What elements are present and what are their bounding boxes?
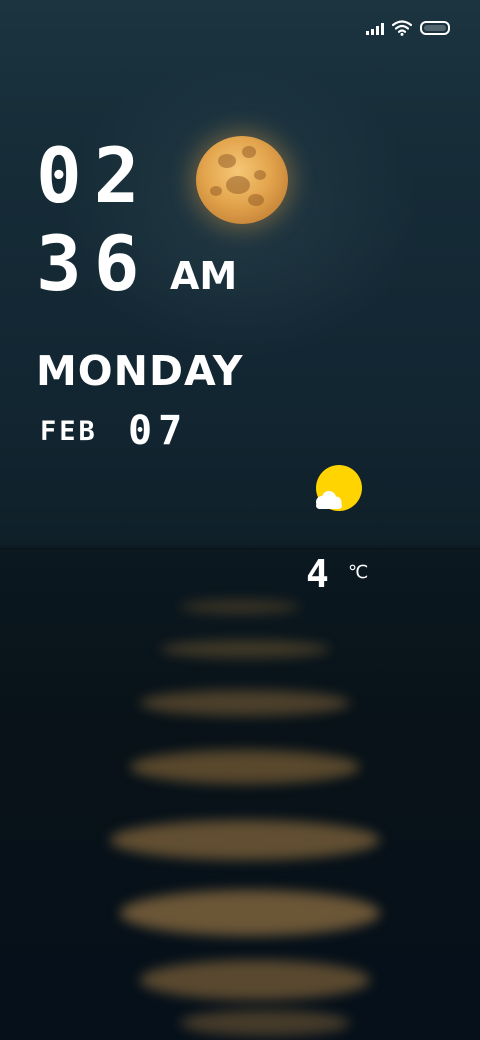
date-month: FEB: [40, 416, 98, 447]
wifi-icon: [391, 20, 413, 36]
moon-reflection: [40, 590, 440, 1040]
weather-unit: ℃: [348, 562, 369, 583]
date-day: 07: [128, 408, 189, 454]
signal-icon: [366, 21, 384, 35]
weekday-label: MONDAY: [36, 347, 244, 395]
sun-cloud-icon[interactable]: [312, 464, 364, 514]
moon-image: [196, 136, 288, 224]
horizon-line: [0, 548, 480, 550]
clock-hour: 02: [36, 131, 152, 220]
lock-screen: 02 36 AM MONDAY FEB 07 4 ℃: [0, 0, 480, 1040]
clock-minute: 36: [36, 219, 152, 308]
status-bar: [366, 18, 450, 38]
weather-temperature: 4: [306, 552, 329, 596]
clock-ampm: AM: [170, 254, 238, 298]
battery-icon: [420, 21, 450, 35]
